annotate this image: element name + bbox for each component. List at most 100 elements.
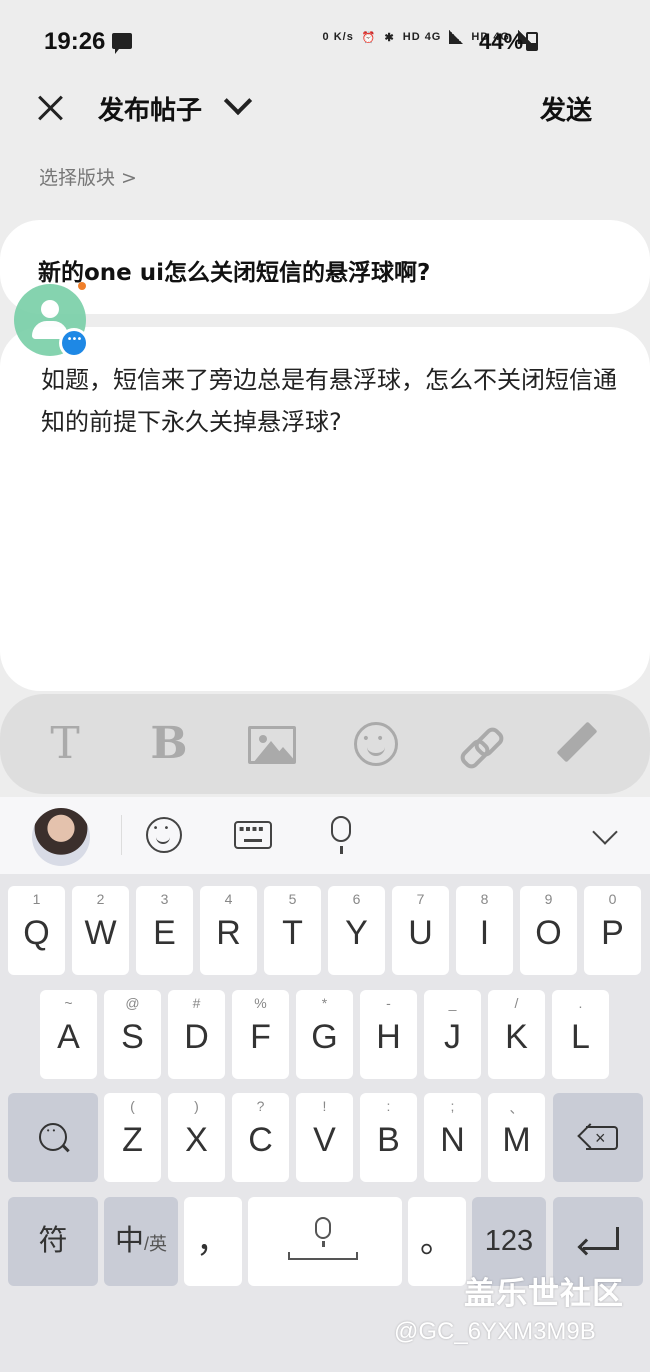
key-label: I	[479, 914, 490, 952]
key-g[interactable]: * G	[296, 990, 353, 1079]
key-label: L	[571, 1018, 590, 1056]
key-f[interactable]: % F	[232, 990, 289, 1079]
key-symbols[interactable]: 符	[8, 1197, 98, 1286]
key-s[interactable]: @ S	[104, 990, 161, 1079]
key-label: B	[377, 1121, 400, 1159]
key-label: X	[185, 1121, 208, 1159]
key-hint: !	[322, 1098, 327, 1114]
key-v[interactable]: ! V	[296, 1093, 353, 1182]
key-hint: 9	[544, 891, 553, 907]
network-label-1: HD 4G	[402, 31, 442, 43]
key-label: D	[184, 1018, 209, 1056]
key-d[interactable]: # D	[168, 990, 225, 1079]
key-m[interactable]: 、 M	[488, 1093, 545, 1182]
key-hint: %	[254, 995, 267, 1011]
key-period-label: 。	[420, 1222, 454, 1260]
key-label: S	[121, 1018, 144, 1056]
status-bar: 19:26 0 K/s ⏰ ✱ HD 4G HD 4G 44%	[0, 0, 650, 80]
chevron-down-icon[interactable]	[224, 93, 252, 117]
post-body-text[interactable]: 如题，短信来了旁边总是有悬浮球，怎么不关闭短信通知的前提下永久关掉悬浮球?	[41, 359, 621, 443]
key-label: Z	[122, 1121, 143, 1159]
key-q[interactable]: 1Q	[8, 886, 65, 975]
key-comma[interactable]: ，	[184, 1197, 242, 1286]
key-hint: 2	[96, 891, 105, 907]
send-button[interactable]: 发送	[540, 90, 592, 127]
voice-input-icon	[315, 1217, 331, 1247]
contact-head-icon	[41, 300, 59, 318]
keyboard-icon[interactable]	[234, 821, 272, 849]
key-label: P	[601, 914, 624, 952]
key-language-toggle[interactable]: 中/英	[104, 1197, 178, 1286]
key-w[interactable]: 2W	[72, 886, 129, 975]
key-hint: 5	[288, 891, 297, 907]
post-body-field[interactable]: 如题，短信来了旁边总是有悬浮球，怎么不关闭短信通知的前提下永久关掉悬浮球?	[0, 327, 650, 691]
key-label: J	[444, 1018, 461, 1056]
key-x[interactable]: ) X	[168, 1093, 225, 1182]
alarm-icon: ⏰	[361, 31, 377, 44]
message-notification-icon	[112, 33, 132, 54]
key-i[interactable]: 8I	[456, 886, 513, 975]
key-space[interactable]	[248, 1197, 402, 1286]
key-t[interactable]: 5T	[264, 886, 321, 975]
key-search[interactable]	[8, 1093, 98, 1182]
messages-badge-icon	[59, 328, 89, 358]
key-k[interactable]: / K	[488, 990, 545, 1079]
key-u[interactable]: 7U	[392, 886, 449, 975]
key-label: M	[502, 1121, 531, 1159]
image-icon[interactable]	[248, 726, 296, 764]
status-time: 19:26	[44, 28, 106, 55]
avatar[interactable]	[32, 808, 90, 866]
key-l[interactable]: .L	[552, 990, 609, 1079]
keyboard-emoji-icon[interactable]	[146, 817, 182, 853]
key-n[interactable]: ; N	[424, 1093, 481, 1182]
key-o[interactable]: 9O	[520, 886, 577, 975]
post-title-text[interactable]: 新的one ui怎么关闭短信的悬浮球啊?	[38, 253, 430, 287]
chevron-down-icon[interactable]	[592, 819, 618, 845]
board-selector[interactable]: 选择版块 >	[39, 163, 137, 190]
key-hint: ?	[256, 1098, 265, 1114]
key-label: Y	[345, 914, 368, 952]
battery-percent: 44%	[479, 29, 524, 54]
key-h[interactable]: -H	[360, 990, 417, 1079]
smart-search-icon	[39, 1123, 67, 1151]
key-hint: .	[578, 995, 583, 1011]
key-hint: *	[321, 995, 328, 1011]
keyboard-toolbar	[0, 797, 650, 874]
key-hint: 6	[352, 891, 361, 907]
close-icon[interactable]	[36, 94, 64, 122]
key-e[interactable]: 3E	[136, 886, 193, 975]
emoji-icon[interactable]	[354, 722, 398, 766]
key-backspace[interactable]: ×	[553, 1093, 643, 1182]
bold-button[interactable]: B	[145, 720, 193, 768]
microphone-icon[interactable]	[331, 816, 351, 854]
key-p[interactable]: 0P	[584, 886, 641, 975]
format-toolbar	[0, 694, 650, 794]
key-j[interactable]: _ J	[424, 990, 481, 1079]
key-b[interactable]: :B	[360, 1093, 417, 1182]
key-r[interactable]: 4R	[200, 886, 257, 975]
key-a[interactable]: ~ A	[40, 990, 97, 1079]
key-hint: :	[386, 1098, 391, 1114]
enter-icon	[577, 1227, 621, 1256]
key-comma-label: ，	[196, 1222, 230, 1260]
key-z[interactable]: (Z	[104, 1093, 161, 1182]
battery-icon	[526, 32, 538, 51]
key-label: N	[440, 1121, 465, 1159]
key-c[interactable]: ? C	[232, 1093, 289, 1182]
key-hint: /	[514, 995, 519, 1011]
key-hint: @	[125, 995, 140, 1011]
key-label: F	[250, 1018, 271, 1056]
key-label: H	[376, 1018, 401, 1056]
key-hint: )	[194, 1098, 199, 1114]
key-hint: 7	[416, 891, 425, 907]
key-label: Q	[23, 914, 50, 952]
key-period[interactable]: 。	[408, 1197, 466, 1286]
key-label: C	[248, 1121, 273, 1159]
link-icon[interactable]	[460, 726, 500, 766]
key-hint: 3	[160, 891, 169, 907]
key-y[interactable]: 6Y	[328, 886, 385, 975]
space-bar-icon	[288, 1252, 358, 1260]
page-title[interactable]: 发布帖子	[98, 90, 202, 127]
post-title-field[interactable]: 新的one ui怎么关闭短信的悬浮球啊?	[0, 220, 650, 314]
text-style-button[interactable]: T	[41, 720, 89, 768]
